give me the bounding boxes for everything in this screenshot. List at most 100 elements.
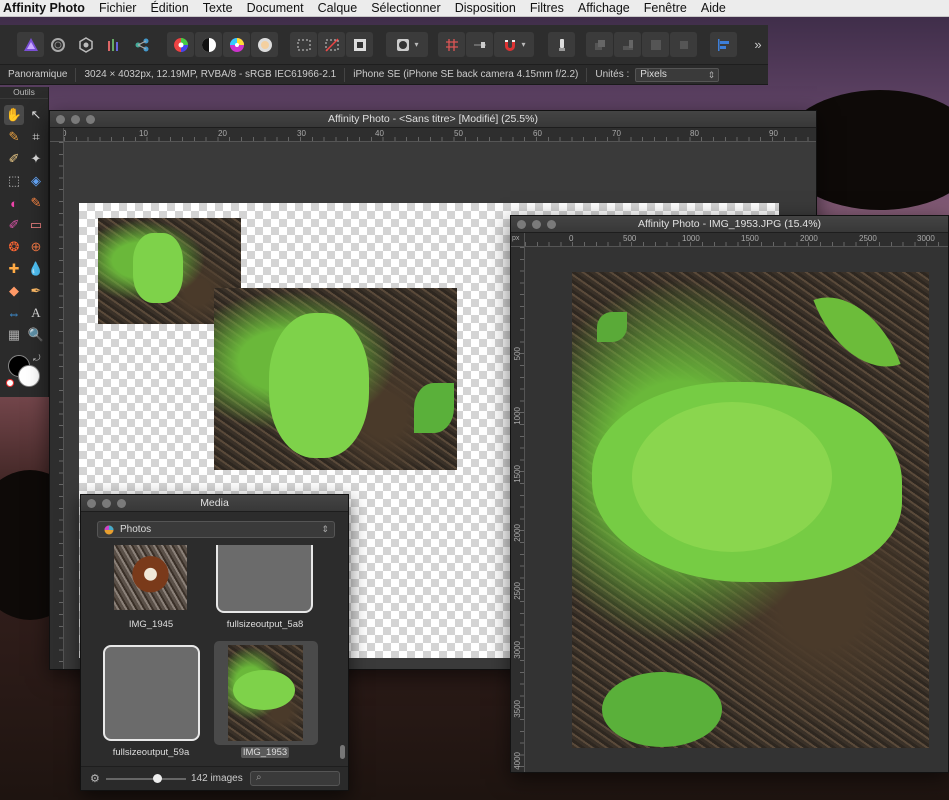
brush-stabilizer-button[interactable] <box>548 32 575 57</box>
arrange-icon <box>594 39 605 50</box>
close-button[interactable] <box>517 220 526 229</box>
erase-brush-tool[interactable]: ▭ <box>26 215 46 235</box>
white-balance-button[interactable] <box>251 32 278 57</box>
flip-tool[interactable]: ⇔ <box>4 303 24 323</box>
tools-panel: Outils ✋ ↖ ✎ ⌗ ✐ ✦ ⬚ ◈ ◐ ✎ ✐ ▭ ❂ ⊕ ✚ 💧 ◆… <box>0 87 49 397</box>
media-item[interactable] <box>104 545 199 613</box>
units-select[interactable]: Pixels <box>635 67 720 82</box>
move-tool[interactable]: ↖ <box>26 105 46 125</box>
close-button[interactable] <box>87 499 96 508</box>
menu-selectionner[interactable]: Sélectionner <box>364 1 448 15</box>
media-thumbnail <box>228 645 303 741</box>
slider-knob[interactable] <box>153 774 162 783</box>
liquify-persona-button[interactable] <box>44 32 71 57</box>
snap-align-button[interactable] <box>466 32 493 57</box>
minimize-button[interactable] <box>102 499 111 508</box>
media-item-selected[interactable] <box>214 641 318 745</box>
clone-tool[interactable]: ⊕ <box>26 237 46 257</box>
search-input[interactable]: ⌕ <box>250 771 340 786</box>
media-scrollbar[interactable] <box>340 745 345 759</box>
app-menu[interactable]: Affinity Photo <box>0 1 92 15</box>
toolbar-overflow-button[interactable]: » <box>748 32 768 57</box>
marquee-tool[interactable]: ⬚ <box>4 171 24 191</box>
flood-fill-tool[interactable]: ◈ <box>26 171 46 191</box>
photo-canvas-area[interactable] <box>525 247 948 772</box>
photo-image[interactable] <box>572 272 929 748</box>
shape-tool[interactable]: ◆ <box>4 281 24 301</box>
quick-mask-button[interactable]: ▾ <box>386 32 428 57</box>
minimize-button[interactable] <box>71 115 80 124</box>
menu-calque[interactable]: Calque <box>311 1 365 15</box>
minimize-button[interactable] <box>532 220 541 229</box>
zoom-tool[interactable]: 🔍 <box>26 325 46 345</box>
menu-bar: Affinity Photo Fichier Édition Texte Doc… <box>0 0 949 17</box>
selection-brush-tool[interactable]: ✐ <box>4 149 24 169</box>
tone-mapping-persona-button[interactable] <box>100 32 127 57</box>
zoom-button[interactable] <box>86 115 95 124</box>
paint-brush-tool[interactable]: ✎ <box>26 193 46 213</box>
camera-info: iPhone SE (iPhone SE back camera 4.15mm … <box>353 69 579 80</box>
crop-tool[interactable]: ⌗ <box>26 127 46 147</box>
snapping-grid-button[interactable] <box>438 32 465 57</box>
gradient-tool[interactable]: ◐ <box>4 193 24 213</box>
swap-colors-icon[interactable]: ⤾ <box>33 353 41 364</box>
healing-tool[interactable]: ✚ <box>4 259 24 279</box>
view-tool[interactable]: ✋ <box>4 105 24 125</box>
dodge-tool[interactable]: ❂ <box>4 237 24 257</box>
menu-filtres[interactable]: Filtres <box>523 1 571 15</box>
invert-selection-icon <box>353 38 366 51</box>
develop-persona-button[interactable] <box>72 32 99 57</box>
media-placeholder-thumbnail[interactable] <box>216 545 313 613</box>
menu-texte[interactable]: Texte <box>196 1 240 15</box>
alignment-button[interactable] <box>710 32 737 57</box>
blur-tool[interactable]: 💧 <box>26 259 46 279</box>
arrange-back-button[interactable] <box>670 32 697 57</box>
thumbnail-size-slider[interactable] <box>106 774 186 783</box>
menu-edition[interactable]: Édition <box>143 1 195 15</box>
marquee-icon <box>297 39 310 50</box>
magic-wand-tool[interactable]: ✦ <box>26 149 46 169</box>
chevron-down-icon: ▾ <box>414 40 419 49</box>
mesh-warp-tool[interactable]: ▦ <box>4 325 24 345</box>
gear-icon[interactable]: ⚙ <box>90 772 100 785</box>
color-balance-button[interactable] <box>223 32 250 57</box>
image-count: 142 images <box>191 773 243 784</box>
menu-fichier[interactable]: Fichier <box>92 1 144 15</box>
no-color-icon[interactable] <box>6 379 14 387</box>
arrange-icon <box>650 39 661 50</box>
arrange-front-button[interactable] <box>586 32 613 57</box>
secondary-color-swatch[interactable] <box>18 365 40 387</box>
arrange-forward-button[interactable] <box>614 32 641 57</box>
levels-button[interactable] <box>167 32 194 57</box>
deselect-button[interactable] <box>318 32 345 57</box>
media-source-select[interactable]: Photos ⇕ <box>97 521 335 538</box>
zoom-button[interactable] <box>547 220 556 229</box>
photo-persona-button[interactable] <box>17 32 44 57</box>
marquee-select-button[interactable] <box>290 32 317 57</box>
pen-tool[interactable]: ✒ <box>26 281 46 301</box>
white-balance-icon <box>257 37 272 52</box>
zoom-button[interactable] <box>117 499 126 508</box>
arrange-backward-button[interactable] <box>642 32 669 57</box>
chevron-down-icon: ▾ <box>521 40 526 49</box>
menu-affichage[interactable]: Affichage <box>571 1 637 15</box>
vertical-ruler <box>50 142 64 669</box>
close-button[interactable] <box>56 115 65 124</box>
align-left-icon <box>717 38 729 51</box>
text-tool[interactable]: A <box>26 303 46 323</box>
menu-aide[interactable]: Aide <box>694 1 733 15</box>
placed-image-large[interactable] <box>214 288 457 470</box>
contrast-button[interactable] <box>195 32 222 57</box>
menu-disposition[interactable]: Disposition <box>448 1 523 15</box>
stabilizer-icon <box>558 38 565 51</box>
menu-document[interactable]: Document <box>240 1 311 15</box>
export-persona-button[interactable] <box>128 32 155 57</box>
menu-fenetre[interactable]: Fenêtre <box>637 1 694 15</box>
invert-selection-button[interactable] <box>346 32 373 57</box>
media-placeholder-thumbnail[interactable] <box>103 645 200 741</box>
photo-document-window: Affinity Photo - IMG_1953.JPG (15.4%) px… <box>510 215 949 773</box>
media-item-label: fullsizeoutput_5a8 <box>226 619 304 630</box>
color-picker-tool[interactable]: ✎ <box>4 127 24 147</box>
snapping-button[interactable]: ▾ <box>494 32 534 57</box>
color-replacement-tool[interactable]: ✐ <box>4 215 24 235</box>
